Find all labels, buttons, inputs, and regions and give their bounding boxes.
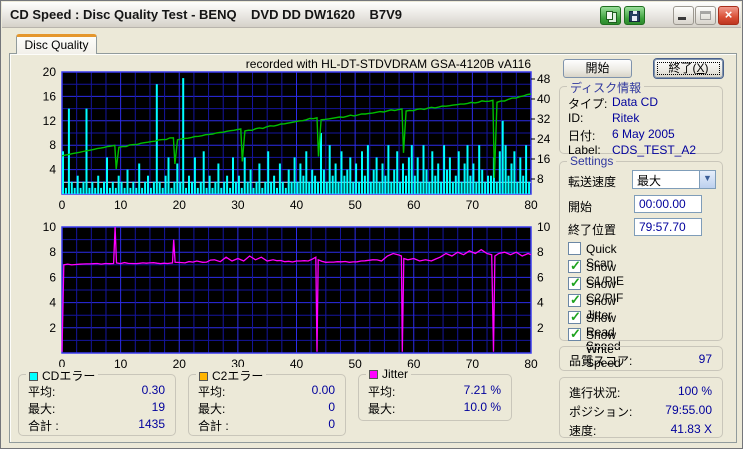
- settings-group: Settings 転送速度 最大 ▼ 開始 00:00.00 終了位置 79:5…: [559, 154, 723, 370]
- checkbox-icon: ✓: [568, 292, 581, 307]
- transfer-speed-select[interactable]: 最大 ▼: [632, 170, 716, 189]
- svg-text:80: 80: [524, 198, 538, 212]
- chevron-down-icon[interactable]: ▼: [699, 171, 715, 188]
- c2-total-row: 合計 :0: [198, 417, 335, 433]
- checkbox-icon: ✓: [568, 309, 581, 324]
- svg-text:32: 32: [537, 112, 551, 126]
- svg-text:80: 80: [524, 357, 538, 371]
- svg-text:10: 10: [114, 357, 128, 371]
- svg-text:8: 8: [49, 245, 56, 259]
- tab-disc-quality[interactable]: Disc Quality: [16, 34, 97, 54]
- jitter-avg-row: 平均: 7.21 %: [368, 383, 501, 399]
- maximize-button[interactable]: [695, 6, 716, 25]
- svg-text:40: 40: [537, 92, 551, 106]
- position-row: ポジション: 79:55.00: [569, 403, 712, 419]
- save-button[interactable]: [624, 6, 645, 25]
- c2-avg-row: 平均: 0.00: [198, 383, 335, 399]
- c2-max-row: 最大: 0: [198, 400, 335, 416]
- close-button[interactable]: ×: [718, 6, 739, 25]
- app-window: CD Speed : Disc Quality Test - BENQ DVD …: [0, 0, 743, 449]
- svg-text:48: 48: [537, 72, 551, 86]
- svg-text:60: 60: [407, 198, 421, 212]
- jitter-stats-group: Jitter 平均: 7.21 % 最大: 10.0 %: [358, 367, 512, 421]
- tab-label: Disc Quality: [24, 38, 89, 52]
- svg-text:10: 10: [537, 221, 551, 234]
- disc-info-title: ディスク情報: [567, 79, 645, 96]
- svg-text:4: 4: [49, 163, 56, 177]
- svg-text:20: 20: [43, 65, 57, 79]
- cd-error-stats-group: CDエラー 平均: 0.30 最大: 19 合計 :1435: [18, 367, 176, 436]
- svg-text:8: 8: [537, 245, 544, 259]
- jitter-legend-swatch: [369, 370, 378, 379]
- svg-text:4: 4: [537, 296, 544, 310]
- jitter-chart: 2 24 46 68 810 100 10 20 30 40 50 60 70 80: [43, 221, 551, 371]
- progress-row: 進行状況: 100 %: [569, 384, 712, 400]
- quality-score-group: 品質スコア: 97: [559, 346, 723, 371]
- svg-text:12: 12: [43, 114, 57, 128]
- checkbox-icon: ✓: [568, 275, 581, 290]
- svg-text:70: 70: [466, 357, 480, 371]
- svg-text:0: 0: [59, 198, 66, 212]
- quality-score-row: 品質スコア: 97: [569, 352, 712, 368]
- speed-row: 速度: 41.83 X: [569, 422, 712, 438]
- svg-text:20: 20: [173, 357, 187, 371]
- svg-text:8: 8: [49, 138, 56, 152]
- svg-text:24: 24: [537, 132, 551, 146]
- svg-text:8: 8: [537, 172, 544, 186]
- svg-text:50: 50: [348, 198, 362, 212]
- svg-text:4: 4: [49, 296, 56, 310]
- svg-text:20: 20: [173, 198, 187, 212]
- cd-error-caption: CDエラー: [26, 367, 99, 384]
- svg-text:16: 16: [43, 89, 57, 103]
- svg-text:10: 10: [114, 198, 128, 212]
- minimize-button[interactable]: [673, 6, 694, 25]
- disc-info-group: ディスク情報 タイプ: Data CD ID: Ritek 日付: 6 May 200…: [559, 79, 723, 157]
- copy-icon: [606, 11, 613, 20]
- copy-button[interactable]: [600, 6, 621, 25]
- cd-avg-row: 平均: 0.30: [28, 383, 165, 399]
- disc-id-row: ID: Ritek: [568, 111, 640, 125]
- cd-max-row: 最大: 19: [28, 400, 165, 416]
- c2-error-caption: C2エラー: [196, 367, 267, 384]
- svg-text:10: 10: [43, 221, 57, 234]
- disc-type-row: タイプ: Data CD: [568, 95, 659, 111]
- cd-total-row: 合計 :1435: [28, 417, 165, 433]
- svg-text:16: 16: [537, 152, 551, 166]
- checkbox-icon: ✓: [568, 258, 581, 273]
- start-position-input[interactable]: 00:00.00: [634, 195, 702, 213]
- svg-text:50: 50: [348, 357, 362, 371]
- checkbox-icon: ✓: [568, 326, 581, 341]
- checkbox-icon: ✓: [568, 242, 581, 255]
- minimize-icon: [678, 17, 686, 20]
- svg-text:6: 6: [49, 270, 56, 284]
- svg-text:30: 30: [231, 198, 245, 212]
- svg-text:2: 2: [49, 321, 56, 335]
- title-bar: CD Speed : Disc Quality Test - BENQ DVD …: [2, 2, 741, 28]
- svg-text:70: 70: [466, 198, 480, 212]
- svg-text:40: 40: [290, 357, 304, 371]
- jitter-max-row: 最大: 10.0 %: [368, 400, 501, 416]
- window-title: CD Speed : Disc Quality Test - BENQ DVD …: [10, 7, 403, 22]
- focus-rect: [657, 62, 720, 75]
- jitter-caption: Jitter: [366, 367, 412, 381]
- exit-button[interactable]: 終了(X): [654, 59, 723, 78]
- start-button[interactable]: 開始: [563, 59, 632, 78]
- save-icon: [629, 11, 640, 22]
- svg-text:2: 2: [537, 321, 544, 335]
- progress-group: 進行状況: 100 % ポジション: 79:55.00 速度: 41.83 X: [559, 377, 723, 438]
- svg-text:6: 6: [537, 270, 544, 284]
- end-position-input[interactable]: 79:57.70: [634, 218, 702, 236]
- c2-error-legend-swatch: [199, 372, 208, 381]
- cd-error-legend-swatch: [29, 372, 38, 381]
- c2-error-stats-group: C2エラー 平均: 0.00 最大: 0 合計 :0: [188, 367, 346, 436]
- c1-error-speed-chart: 48121620816243240480 10 20 30 40 50 60 70 80: [43, 65, 551, 212]
- maximize-icon: [700, 11, 711, 20]
- disc-date-row: 日付: 6 May 2005: [568, 127, 675, 143]
- svg-text:40: 40: [290, 198, 304, 212]
- settings-title: Settings: [567, 154, 617, 168]
